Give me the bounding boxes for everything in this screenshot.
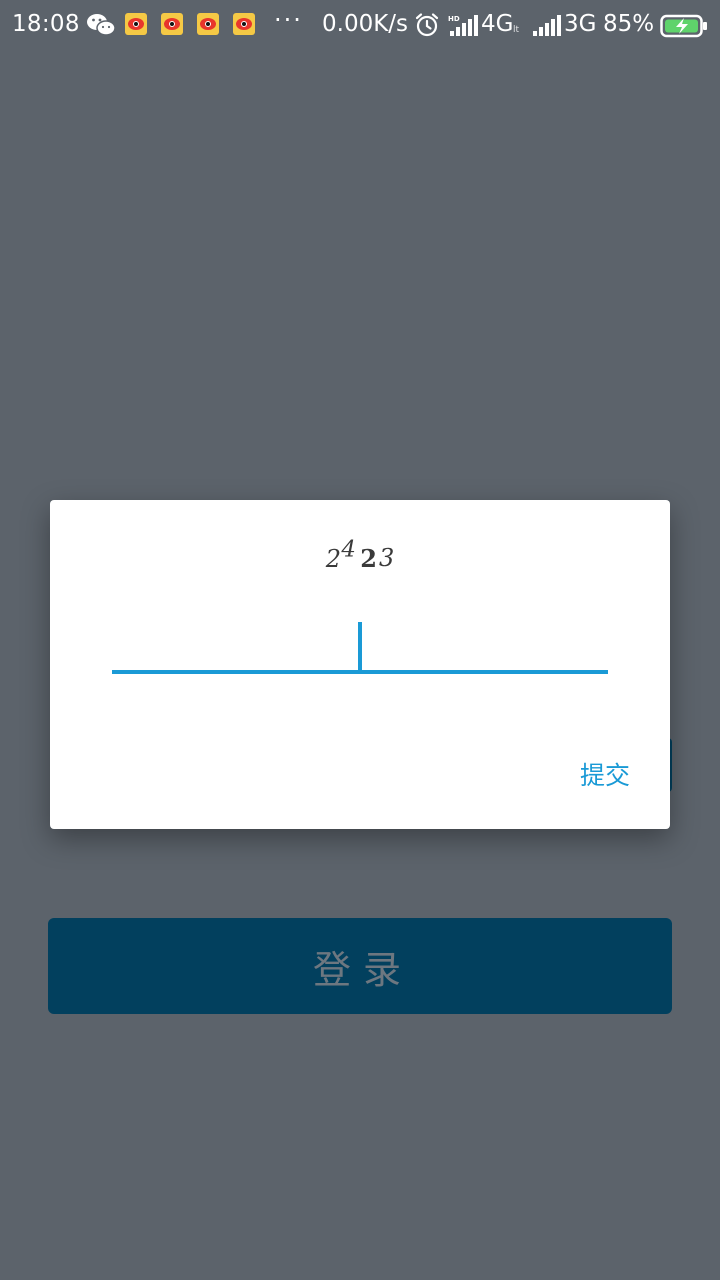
weibo-icon xyxy=(197,13,219,35)
captcha-char: 2 xyxy=(360,544,377,573)
captcha-dialog: 24 23 提交 xyxy=(50,500,670,829)
wechat-icon xyxy=(87,14,116,36)
alarm-icon xyxy=(415,13,439,37)
weibo-icon xyxy=(233,13,255,35)
login-button[interactable]: 登录 xyxy=(48,918,672,1014)
signal-icon xyxy=(533,15,561,36)
hd-signal-icon: HD xyxy=(448,15,478,36)
battery-charging-icon xyxy=(660,14,707,38)
svg-text:HD: HD xyxy=(448,15,460,23)
status-time: 18:08 xyxy=(12,11,80,37)
more-notifications-icon: ··· xyxy=(274,6,303,34)
captcha-char: 3 xyxy=(378,544,395,572)
weibo-icon xyxy=(161,13,183,35)
captcha-image: 24 23 xyxy=(50,536,670,580)
status-bar: 18:08 ··· 0.00K/s HD 4G lt 3G 85% xyxy=(0,0,720,50)
text-caret xyxy=(358,622,362,670)
captcha-char: 2 xyxy=(325,545,341,573)
battery-percent: 85% xyxy=(603,11,655,37)
network-4g-label: 4G xyxy=(481,11,514,37)
submit-button[interactable]: 提交 xyxy=(540,750,630,798)
weibo-icon xyxy=(125,13,147,35)
network-3g-label: 3G xyxy=(564,11,597,37)
network-speed: 0.00K/s xyxy=(322,11,409,37)
network-lte-tag: lt xyxy=(513,25,520,35)
captcha-char: 4 xyxy=(341,535,356,563)
